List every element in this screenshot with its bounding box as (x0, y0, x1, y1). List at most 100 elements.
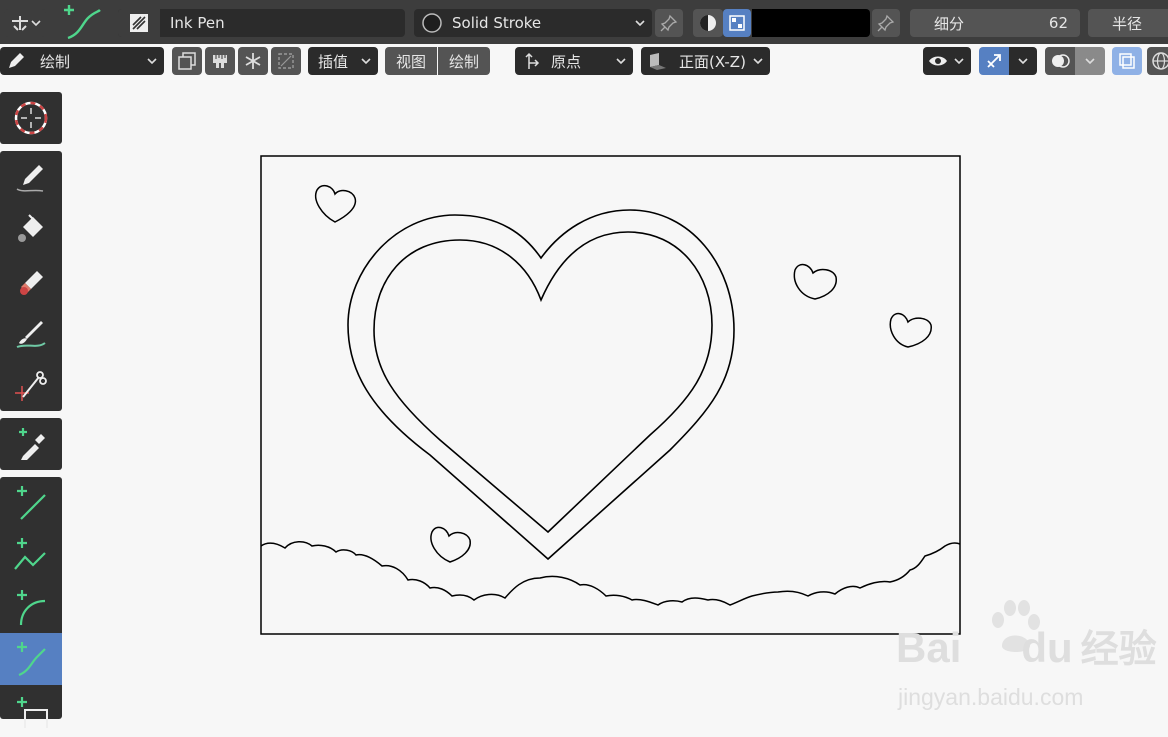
chevron-down-icon (361, 58, 371, 65)
chevron-down-icon (1085, 58, 1095, 65)
eyedropper-icon (19, 428, 45, 460)
tool-draw[interactable] (0, 151, 62, 203)
subdivision-value: 62 (1048, 14, 1068, 32)
vertex-paint-icon (729, 15, 745, 31)
radius-field[interactable]: 半径 (1088, 9, 1168, 37)
pin-material-button[interactable] (655, 9, 683, 37)
tool-erase[interactable] (0, 255, 62, 307)
mode-selector[interactable]: 绘制 (0, 47, 164, 75)
color-swatch[interactable] (752, 9, 870, 37)
toolbar-group-eyedropper (0, 418, 62, 470)
visibility-menu[interactable] (923, 47, 971, 75)
ink-pen-icon (130, 14, 148, 32)
plane-icon (650, 53, 666, 70)
drawing-plane-menu[interactable]: 正面(X-Z) (641, 47, 770, 75)
pin-icon (660, 14, 678, 32)
active-tool-icon (56, 2, 106, 42)
viewport-header: 绘制 插值 视图 绘制 原点 正面(X-Z) (0, 44, 1168, 78)
pivot-icon (12, 16, 28, 31)
tool-line[interactable] (0, 477, 62, 529)
gizmo-menu[interactable] (1009, 47, 1037, 75)
eraser-icon (20, 271, 43, 295)
brand-prefix: Bai (896, 624, 962, 671)
interpolate-label: 插值 (318, 52, 349, 71)
interpolate-menu[interactable]: 插值 (308, 47, 378, 75)
curve-icon (17, 642, 46, 677)
plane-label: 正面(X-Z) (679, 52, 746, 71)
wireframe-sphere-icon (1152, 52, 1168, 70)
material-mode-button[interactable] (693, 9, 723, 37)
brush-selector[interactable]: Ink Pen (118, 9, 405, 37)
mode-label: 绘制 (40, 52, 71, 71)
chevron-down-icon (753, 58, 763, 65)
toolbar-group-paint (0, 151, 62, 411)
arc-icon (17, 590, 46, 626)
xray-icon (1119, 53, 1135, 69)
toolbar-group-primitives (0, 477, 62, 728)
eye-icon (929, 56, 947, 66)
tool-box[interactable] (0, 685, 62, 737)
brand-suffix: du (1021, 624, 1073, 671)
pin-color-button[interactable] (872, 9, 900, 37)
tool-cutter[interactable] (0, 359, 62, 411)
gizmo-icon (987, 54, 1001, 68)
line-icon (17, 486, 46, 520)
draw-menu[interactable]: 绘制 (438, 47, 490, 75)
tool-polyline[interactable] (0, 529, 62, 581)
viewport-canvas[interactable]: Bai du 经验 jingyan.baidu.com (62, 78, 1168, 719)
box-icon (17, 697, 48, 728)
transform-pivot-menu[interactable] (4, 9, 46, 37)
brand-cn: 经验 (1080, 629, 1157, 671)
vertex-color-mode-button[interactable] (723, 9, 751, 37)
tool-header-bar: Ink Pen Solid Stroke 细分 62 半径 (0, 0, 1168, 44)
tool-cursor[interactable] (0, 92, 62, 144)
material-name: Solid Stroke (452, 14, 542, 32)
overlays-toggle[interactable] (1045, 47, 1075, 75)
watermark-url: jingyan.baidu.com (898, 684, 1084, 710)
tool-curve[interactable] (0, 633, 62, 685)
brush-thumbnail (118, 9, 160, 37)
overlays-menu[interactable] (1075, 47, 1105, 75)
scissors-icon (15, 371, 47, 401)
tool-tint[interactable] (0, 307, 62, 359)
brush-name: Ink Pen (170, 14, 225, 32)
cursor-icon (14, 101, 48, 135)
transform-lock-button[interactable] (271, 47, 301, 75)
xray-toggle[interactable] (1112, 47, 1142, 75)
paint-bucket-icon (18, 214, 43, 242)
multiframe-button[interactable] (172, 47, 202, 75)
watermark: Bai du 经验 jingyan.baidu.com (896, 596, 1168, 716)
material-sphere-icon (422, 13, 442, 33)
tool-eyedropper[interactable] (0, 418, 62, 470)
chevron-down-icon (635, 20, 645, 27)
toolbar-group-cursor (0, 92, 62, 144)
shading-wireframe-button[interactable] (1147, 47, 1168, 75)
view-menu-label: 视图 (395, 52, 426, 71)
freeze-button[interactable] (238, 47, 268, 75)
chevron-down-icon (616, 58, 626, 65)
radius-label: 半径 (1112, 14, 1143, 33)
draw-pencil-icon (16, 165, 44, 192)
snowflake-icon (245, 53, 261, 69)
polyline-icon (14, 538, 46, 570)
camera-frame (260, 155, 961, 635)
chevron-down-icon (954, 58, 964, 65)
dashed-box-icon (278, 53, 294, 69)
layers-icon (178, 52, 196, 70)
chevron-down-icon (147, 58, 157, 65)
subdivision-label: 细分 (934, 14, 965, 33)
stroke-placement-menu[interactable]: 原点 (515, 47, 633, 75)
subdivision-field[interactable]: 细分 62 (910, 9, 1080, 37)
guides-button[interactable] (205, 47, 235, 75)
gizmo-toggle[interactable] (979, 47, 1009, 75)
ruler-icon (213, 55, 227, 68)
origin-axis-icon (525, 52, 540, 69)
tint-brush-icon (16, 321, 46, 348)
overlay-circles-icon (1052, 54, 1070, 68)
view-menu[interactable]: 视图 (385, 47, 437, 75)
tool-arc[interactable] (0, 581, 62, 633)
tool-fill[interactable] (0, 203, 62, 255)
draw-menu-label: 绘制 (448, 52, 479, 71)
pencil-icon (9, 53, 24, 68)
material-selector[interactable]: Solid Stroke (414, 9, 652, 37)
